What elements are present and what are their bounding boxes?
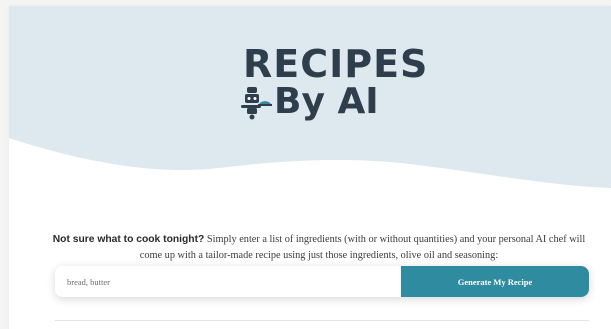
logo-subtitle: By AI xyxy=(274,81,379,122)
generate-recipe-button[interactable]: Generate My Recipe xyxy=(401,266,589,297)
divider xyxy=(55,320,589,321)
intro-text: Not sure what to cook tonight? Simply en… xyxy=(49,232,589,264)
logo: RECIPES By AI xyxy=(9,42,611,132)
intro-description: Simply enter a list of ingredients (with… xyxy=(139,234,586,262)
intro-question: Not sure what to cook tonight? xyxy=(52,234,205,246)
page: RECIPES By AI Not sure what to cook toni… xyxy=(9,6,611,329)
recipe-form: Generate My Recipe xyxy=(55,266,589,297)
chef-robot-icon xyxy=(241,87,272,120)
logo-title: RECIPES xyxy=(243,42,429,86)
ingredients-input[interactable] xyxy=(55,266,401,297)
